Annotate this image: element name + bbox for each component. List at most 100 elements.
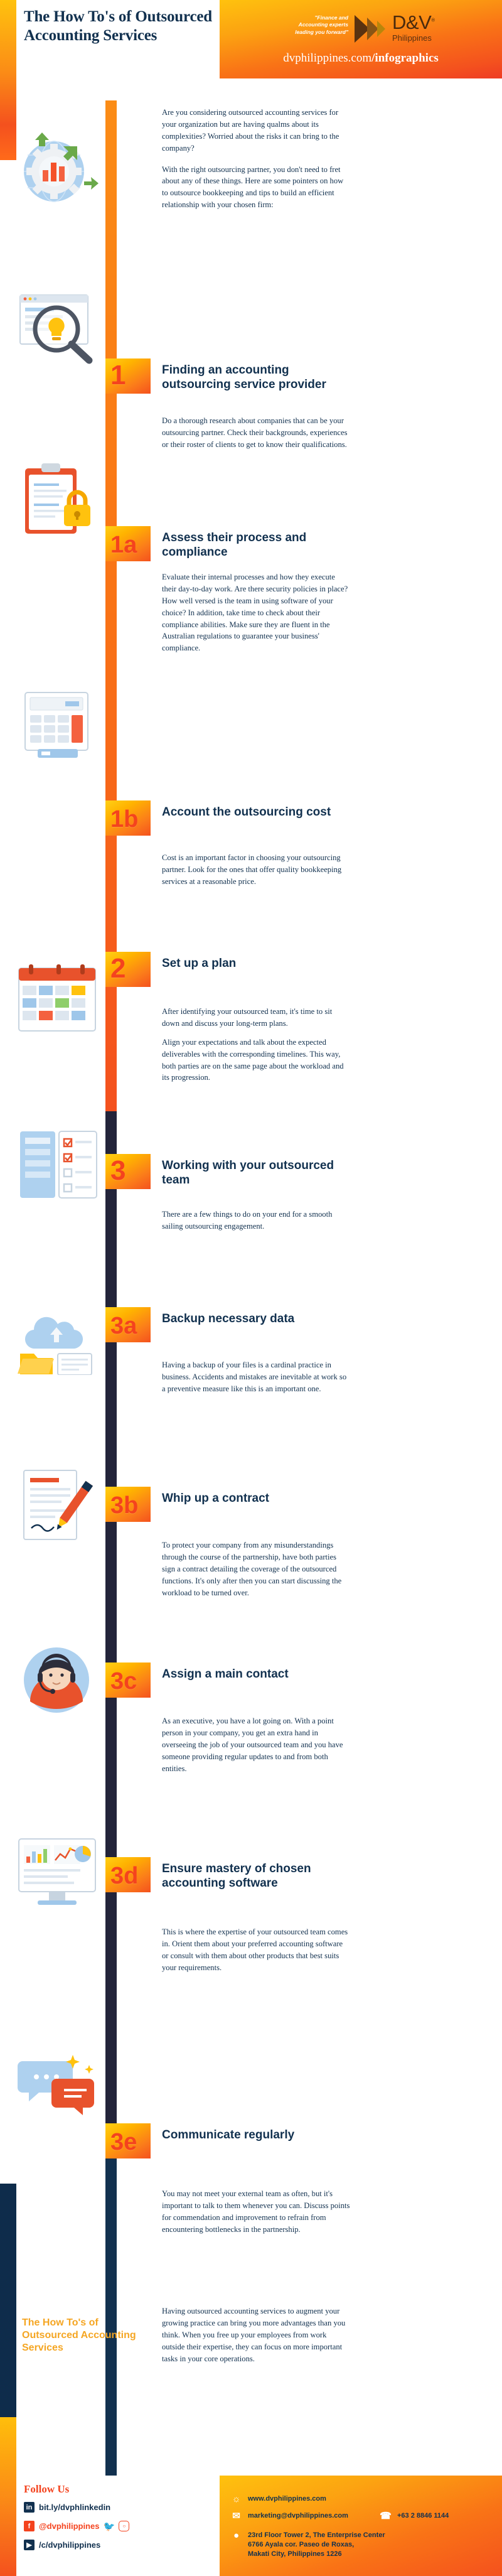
step-badge-3c: 3c bbox=[105, 1663, 151, 1698]
brand-region: Philippines bbox=[392, 33, 432, 43]
step-body-3: There are a few things to do on your end… bbox=[162, 1209, 350, 1232]
step-badge-3e: 3e bbox=[105, 2123, 151, 2158]
contact-website-label: www.dvphilippines.com bbox=[248, 2495, 326, 2503]
magnifier-lightbulb-illustration bbox=[11, 284, 105, 369]
contact-email-label: marketing@dvphilippines.com bbox=[248, 2512, 348, 2519]
step-title-3e: Communicate regularly bbox=[162, 2128, 295, 2142]
header-url-domain: dvphilippines.com bbox=[283, 51, 372, 65]
social-youtube[interactable]: ▶ /c/dvphilippines bbox=[24, 2540, 100, 2550]
step-paragraph: Having a backup of your files is a cardi… bbox=[162, 1361, 347, 1393]
map-pin-icon: ● bbox=[233, 2530, 240, 2541]
header-url[interactable]: dvphilippines.com/infographics bbox=[220, 51, 502, 65]
contract-pen-illustration bbox=[11, 1463, 105, 1551]
brand-tagline: "Finance and Accounting experts leading … bbox=[295, 14, 348, 35]
step-body-3c: As an executive, you have a lot going on… bbox=[162, 1715, 350, 1774]
chat-bubbles-illustration bbox=[11, 2044, 105, 2125]
step-paragraph: Cost is an important factor in choosing … bbox=[162, 853, 342, 886]
timeline-rail-dark-2 bbox=[105, 1758, 117, 2147]
step-paragraph: This is where the expertise of your outs… bbox=[162, 1927, 348, 1972]
left-accent-strip-dark bbox=[0, 2184, 16, 2417]
registered-mark: ® bbox=[431, 17, 435, 23]
phone-icon: ☎ bbox=[380, 2511, 392, 2521]
step-badge-3b: 3b bbox=[105, 1487, 151, 1522]
brand-logo-text: D&V® Philippines bbox=[392, 13, 435, 43]
calculator-illustration bbox=[11, 681, 105, 766]
social-facebook-label: @dvphilippines bbox=[39, 2521, 100, 2531]
step-paragraph: You may not meet your external team as o… bbox=[162, 2189, 350, 2234]
step-badge-3: 3 bbox=[105, 1154, 151, 1189]
step-paragraph: To protect your company from any misunde… bbox=[162, 1541, 342, 1597]
step-title-3a: Backup necessary data bbox=[162, 1312, 295, 1325]
social-youtube-label: /c/dvphilippines bbox=[39, 2540, 101, 2550]
step-badge-2: 2 bbox=[105, 952, 151, 987]
step-body-3e: You may not meet your external team as o… bbox=[162, 2188, 350, 2236]
dashboard-monitor-illustration bbox=[11, 1830, 105, 1918]
header: The How To's of Outsourced Accounting Se… bbox=[0, 0, 502, 100]
step-body-1b: Cost is an important factor in choosing … bbox=[162, 852, 350, 888]
intro-paragraph-2: With the right outsourcing partner, you … bbox=[162, 164, 344, 210]
clipboard-lock-illustration bbox=[11, 458, 105, 546]
contact-website[interactable]: ☼ www.dvphilippines.com bbox=[230, 2494, 326, 2504]
step-badge-1b: 1b bbox=[105, 800, 151, 836]
globe-gear-chart-illustration bbox=[11, 122, 105, 207]
follow-us-heading: Follow Us bbox=[24, 2483, 70, 2495]
social-linkedin-label: bit.ly/dvphlinkedin bbox=[39, 2503, 111, 2512]
timeline-rail-dark-1 bbox=[105, 1111, 117, 1758]
footer-contact-panel bbox=[220, 2476, 502, 2576]
contact-phone-label: +63 2 8846 1144 bbox=[397, 2512, 449, 2519]
globe-icon: ☼ bbox=[232, 2494, 241, 2504]
social-linkedin[interactable]: in bit.ly/dvphlinkedin bbox=[24, 2502, 110, 2513]
step-paragraph: Align your expectations and talk about t… bbox=[162, 1037, 344, 1082]
contact-address: ● 23rd Floor Tower 2, The Enterprise Cen… bbox=[230, 2531, 385, 2559]
intro-text: Are you considering outsourced accountin… bbox=[162, 107, 350, 220]
step-body-1a: Evaluate their internal processes and ho… bbox=[162, 571, 350, 654]
instagram-icon[interactable]: ○ bbox=[119, 2521, 130, 2531]
step-paragraph: After identifying your outsourced team, … bbox=[162, 1007, 333, 1028]
step-paragraph: Evaluate their internal processes and ho… bbox=[162, 573, 348, 653]
contact-address-lines: 23rd Floor Tower 2, The Enterprise Cente… bbox=[248, 2531, 385, 2559]
social-facebook[interactable]: f @dvphilippines 🐦 ○ bbox=[24, 2521, 130, 2532]
dv-chevron-logo-icon bbox=[353, 14, 390, 44]
step-body-3a: Having a backup of your files is a cardi… bbox=[162, 1359, 350, 1395]
step-body-1: Do a thorough research about companies t… bbox=[162, 415, 350, 451]
step-paragraph: As an executive, you have a lot going on… bbox=[162, 1716, 343, 1773]
address-line-3: Makati City, Philippines 1226 bbox=[248, 2550, 342, 2558]
step-title-1b: Account the outsourcing cost bbox=[162, 806, 331, 819]
person-headset-illustration bbox=[11, 1639, 105, 1723]
page-title: The How To's of Outsourced Accounting Se… bbox=[24, 8, 212, 44]
step-title-3d: Ensure mastery of chosen accounting soft… bbox=[162, 1862, 311, 1890]
step-body-3d: This is where the expertise of your outs… bbox=[162, 1926, 350, 1974]
closing-paragraph: Having outsourced accounting services to… bbox=[162, 2307, 346, 2363]
step-paragraph: There are a few things to do on your end… bbox=[162, 1210, 333, 1231]
step-body-3b: To protect your company from any misunde… bbox=[162, 1539, 350, 1598]
header-url-path: /infographics bbox=[371, 51, 439, 65]
footer: Follow Us in bit.ly/dvphlinkedin f @dvph… bbox=[0, 2476, 502, 2576]
youtube-icon: ▶ bbox=[24, 2540, 35, 2550]
step-title-3: Working with your outsourced team bbox=[162, 1159, 334, 1187]
step-title-2: Set up a plan bbox=[162, 957, 237, 970]
step-body-2: After identifying your outsourced team, … bbox=[162, 1006, 350, 1084]
step-paragraph: Do a thorough research about companies t… bbox=[162, 416, 348, 449]
step-badge-1a: 1a bbox=[105, 526, 151, 561]
contact-phone[interactable]: ☎ +63 2 8846 1144 bbox=[380, 2511, 449, 2521]
address-line-2: 6766 Ayala cor. Paseo de Roxas, bbox=[248, 2540, 355, 2548]
twitter-icon[interactable]: 🐦 bbox=[104, 2521, 115, 2532]
contact-email[interactable]: ✉ marketing@dvphilippines.com bbox=[230, 2511, 348, 2521]
brand-name: D&V bbox=[392, 11, 432, 33]
facebook-icon: f bbox=[24, 2521, 35, 2531]
address-line-1: 23rd Floor Tower 2, The Enterprise Cente… bbox=[248, 2531, 385, 2539]
step-title-3b: Whip up a contract bbox=[162, 1492, 269, 1505]
step-badge-3a: 3a bbox=[105, 1307, 151, 1342]
step-title-3c: Assign a main contact bbox=[162, 1668, 289, 1681]
envelope-icon: ✉ bbox=[232, 2511, 240, 2521]
step-badge-3d: 3d bbox=[105, 1857, 151, 1892]
timeline-rail-navy bbox=[105, 2147, 117, 2480]
closing-paragraph-wrap: Having outsourced accounting services to… bbox=[162, 2305, 350, 2364]
checklist-board-illustration bbox=[11, 1124, 105, 1209]
step-title-1a: Assess their process and compliance bbox=[162, 531, 307, 559]
cloud-backup-illustration bbox=[11, 1293, 105, 1375]
step-title-1: Finding an accounting outsourcing servic… bbox=[162, 364, 326, 392]
calendar-illustration bbox=[11, 961, 105, 1042]
intro-paragraph-1: Are you considering outsourced accountin… bbox=[162, 108, 339, 153]
step-badge-1: 1 bbox=[105, 358, 151, 394]
